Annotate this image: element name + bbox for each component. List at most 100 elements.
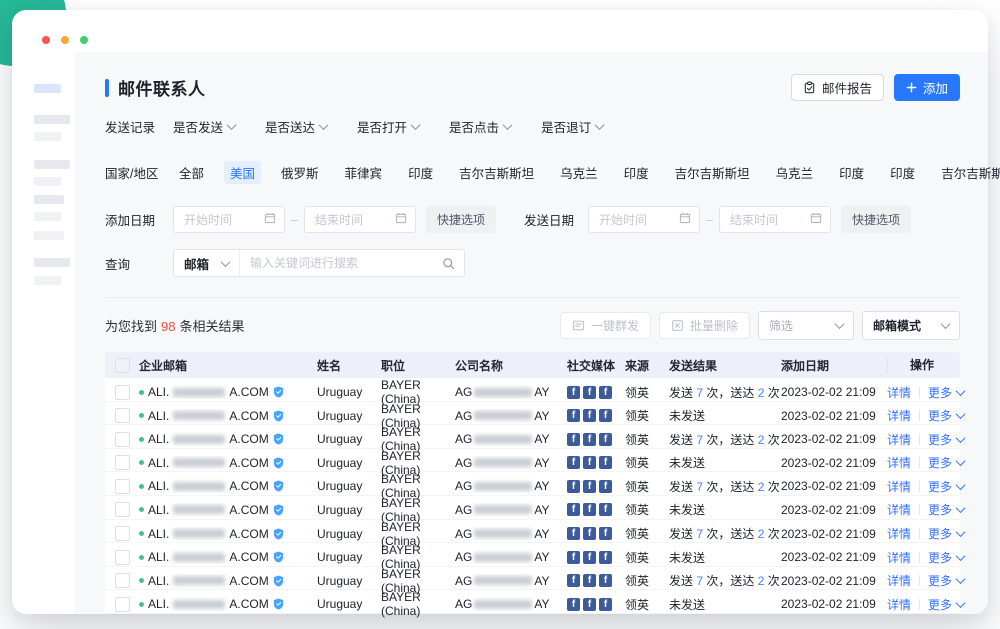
- facebook-icon[interactable]: f: [567, 551, 580, 564]
- detail-link[interactable]: 详情: [887, 454, 911, 471]
- row-checkbox[interactable]: [115, 479, 130, 494]
- facebook-icon[interactable]: f: [583, 480, 596, 493]
- shield-icon[interactable]: [273, 598, 284, 610]
- facebook-icon[interactable]: f: [599, 480, 612, 493]
- row-checkbox[interactable]: [115, 550, 130, 565]
- facebook-icon[interactable]: f: [583, 386, 596, 399]
- facebook-icon[interactable]: f: [599, 527, 612, 540]
- more-link[interactable]: 更多: [928, 501, 964, 518]
- country-tag[interactable]: 吉尔吉斯斯坦: [453, 161, 540, 184]
- more-link[interactable]: 更多: [928, 478, 964, 495]
- detail-link[interactable]: 详情: [887, 525, 911, 542]
- facebook-icon[interactable]: f: [567, 456, 580, 469]
- mail-report-button[interactable]: 邮件报告: [791, 74, 884, 101]
- facebook-icon[interactable]: f: [599, 433, 612, 446]
- window-minimize-dot[interactable]: [61, 36, 69, 44]
- add-button[interactable]: 添加: [894, 74, 960, 101]
- detail-link[interactable]: 详情: [887, 478, 911, 495]
- facebook-icon[interactable]: f: [583, 527, 596, 540]
- send-date-start-input[interactable]: [588, 206, 700, 233]
- facebook-icon[interactable]: f: [583, 551, 596, 564]
- add-date-start-field[interactable]: [182, 212, 260, 228]
- facebook-icon[interactable]: f: [583, 503, 596, 516]
- detail-link[interactable]: 详情: [887, 384, 911, 401]
- mode-select[interactable]: 邮箱模式: [862, 311, 960, 340]
- facebook-icon[interactable]: f: [583, 456, 596, 469]
- send-date-end-field[interactable]: [728, 212, 806, 228]
- country-tag[interactable]: 印度: [402, 161, 439, 184]
- facebook-icon[interactable]: f: [599, 574, 612, 587]
- query-type-select[interactable]: 邮箱: [174, 250, 240, 276]
- facebook-icon[interactable]: f: [599, 598, 612, 611]
- send-date-quick-options-button[interactable]: 快捷选项: [841, 206, 911, 233]
- send-date-start-field[interactable]: [597, 212, 675, 228]
- facebook-icon[interactable]: f: [567, 598, 580, 611]
- detail-link[interactable]: 详情: [887, 596, 911, 613]
- bulk-send-button[interactable]: 一键群发: [560, 312, 651, 339]
- row-checkbox[interactable]: [115, 597, 130, 612]
- row-checkbox[interactable]: [115, 455, 130, 470]
- facebook-icon[interactable]: f: [567, 574, 580, 587]
- row-checkbox[interactable]: [115, 385, 130, 400]
- filter-select[interactable]: 筛选: [758, 311, 854, 340]
- add-date-quick-options-button[interactable]: 快捷选项: [426, 206, 496, 233]
- more-link[interactable]: 更多: [928, 431, 964, 448]
- row-checkbox[interactable]: [115, 432, 130, 447]
- country-tag[interactable]: 吉尔吉斯斯坦: [935, 161, 1000, 184]
- facebook-icon[interactable]: f: [599, 456, 612, 469]
- facebook-icon[interactable]: f: [599, 409, 612, 422]
- facebook-icon[interactable]: f: [599, 503, 612, 516]
- send-filter-dropdown[interactable]: 是否退订: [541, 117, 603, 136]
- row-checkbox[interactable]: [115, 573, 130, 588]
- facebook-icon[interactable]: f: [567, 480, 580, 493]
- country-tag[interactable]: 印度: [618, 161, 655, 184]
- window-maximize-dot[interactable]: [80, 36, 88, 44]
- facebook-icon[interactable]: f: [599, 386, 612, 399]
- row-checkbox[interactable]: [115, 502, 130, 517]
- facebook-icon[interactable]: f: [567, 433, 580, 446]
- more-link[interactable]: 更多: [928, 572, 964, 589]
- select-all-checkbox[interactable]: [115, 358, 130, 373]
- facebook-icon[interactable]: f: [583, 598, 596, 611]
- country-tag[interactable]: 吉尔吉斯斯坦: [669, 161, 756, 184]
- shield-icon[interactable]: [273, 410, 284, 422]
- facebook-icon[interactable]: f: [567, 409, 580, 422]
- more-link[interactable]: 更多: [928, 454, 964, 471]
- search-input[interactable]: [240, 256, 442, 270]
- shield-icon[interactable]: [273, 480, 284, 492]
- facebook-icon[interactable]: f: [599, 551, 612, 564]
- more-link[interactable]: 更多: [928, 525, 964, 542]
- shield-icon[interactable]: [273, 504, 284, 516]
- bulk-delete-button[interactable]: 批量删除: [659, 312, 750, 339]
- send-filter-dropdown[interactable]: 是否发送: [173, 117, 235, 136]
- search-icon[interactable]: [442, 257, 455, 270]
- add-date-end-field[interactable]: [313, 212, 391, 228]
- row-checkbox[interactable]: [115, 526, 130, 541]
- detail-link[interactable]: 详情: [887, 549, 911, 566]
- send-filter-dropdown[interactable]: 是否送达: [265, 117, 327, 136]
- shield-icon[interactable]: [273, 528, 284, 540]
- country-tag[interactable]: 印度: [884, 161, 921, 184]
- country-tag[interactable]: 俄罗斯: [275, 161, 325, 184]
- country-tag[interactable]: 印度: [833, 161, 870, 184]
- row-checkbox[interactable]: [115, 408, 130, 423]
- country-tag-selected[interactable]: 美国: [224, 161, 261, 184]
- add-date-start-input[interactable]: [173, 206, 285, 233]
- more-link[interactable]: 更多: [928, 407, 964, 424]
- facebook-icon[interactable]: f: [567, 503, 580, 516]
- more-link[interactable]: 更多: [928, 549, 964, 566]
- facebook-icon[interactable]: f: [567, 527, 580, 540]
- add-date-end-input[interactable]: [304, 206, 416, 233]
- shield-icon[interactable]: [273, 433, 284, 445]
- country-tag[interactable]: 全部: [173, 161, 210, 184]
- facebook-icon[interactable]: f: [583, 433, 596, 446]
- shield-icon[interactable]: [273, 386, 284, 398]
- country-tag[interactable]: 乌克兰: [770, 161, 820, 184]
- more-link[interactable]: 更多: [928, 596, 964, 613]
- detail-link[interactable]: 详情: [887, 431, 911, 448]
- detail-link[interactable]: 详情: [887, 501, 911, 518]
- more-link[interactable]: 更多: [928, 384, 964, 401]
- shield-icon[interactable]: [273, 551, 284, 563]
- send-date-end-input[interactable]: [719, 206, 831, 233]
- facebook-icon[interactable]: f: [567, 386, 580, 399]
